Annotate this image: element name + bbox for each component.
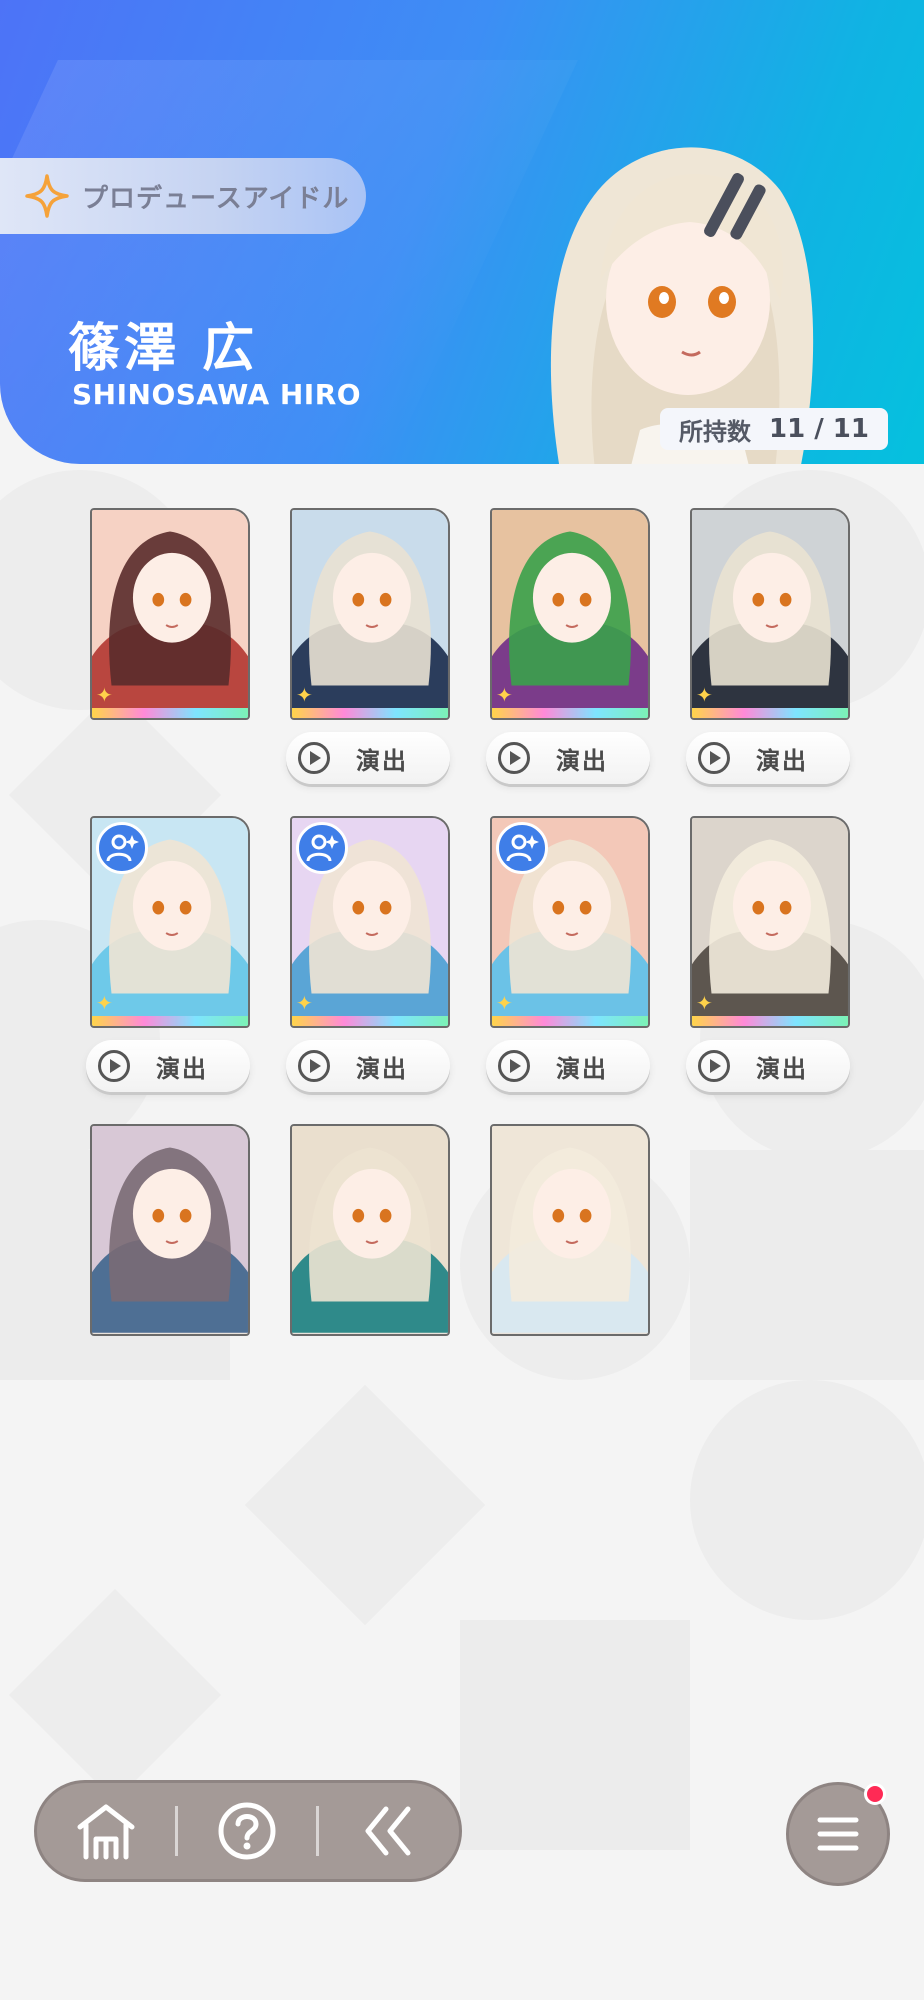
rarity-strip xyxy=(292,1016,448,1026)
idol-card[interactable]: ✦ xyxy=(90,816,250,1028)
notification-dot xyxy=(864,1783,886,1805)
play-label: 演出 xyxy=(756,1054,808,1083)
rarity-star-icon: ✦ xyxy=(696,683,713,707)
rarity-strip xyxy=(92,708,248,718)
support-badge-icon xyxy=(296,822,348,874)
home-icon xyxy=(77,1804,135,1860)
rarity-star-icon: ✦ xyxy=(696,991,713,1015)
play-performance-button[interactable]: 演出 xyxy=(486,732,650,784)
play-performance-button[interactable]: 演出 xyxy=(686,1040,850,1092)
play-performance-button[interactable]: 演出 xyxy=(686,732,850,784)
play-label: 演出 xyxy=(356,746,408,775)
play-label: 演出 xyxy=(156,1054,208,1083)
help-button[interactable] xyxy=(178,1780,316,1882)
idol-card[interactable]: ✦ xyxy=(490,508,650,720)
rarity-star-icon: ✦ xyxy=(96,683,113,707)
play-icon xyxy=(298,742,330,774)
idol-card[interactable] xyxy=(490,1124,650,1336)
play-icon xyxy=(498,742,530,774)
play-performance-button[interactable]: 演出 xyxy=(286,732,450,784)
play-icon xyxy=(298,1050,330,1082)
play-icon xyxy=(498,1050,530,1082)
play-label: 演出 xyxy=(356,1054,408,1083)
idol-name-jp: 篠澤 広 xyxy=(68,319,259,379)
play-label: 演出 xyxy=(756,746,808,775)
help-icon xyxy=(218,1802,276,1860)
owned-count-value: 11 / 11 xyxy=(769,414,869,444)
idol-card[interactable]: ✦ xyxy=(690,816,850,1028)
rarity-star-icon: ✦ xyxy=(496,683,513,707)
idol-card[interactable]: ✦ xyxy=(690,508,850,720)
rarity-star-icon: ✦ xyxy=(96,991,113,1015)
back-button[interactable] xyxy=(319,1780,457,1882)
play-label: 演出 xyxy=(556,746,608,775)
card-art xyxy=(292,1126,448,1333)
idol-name-en: SHINOSAWA HIRO xyxy=(72,378,362,411)
play-icon xyxy=(698,742,730,774)
play-performance-button[interactable]: 演出 xyxy=(486,1040,650,1092)
idol-card[interactable] xyxy=(90,1124,250,1336)
idol-card[interactable] xyxy=(290,1124,450,1336)
idol-card[interactable]: ✦ xyxy=(290,508,450,720)
rarity-strip xyxy=(92,1016,248,1026)
rarity-strip xyxy=(692,1016,848,1026)
rarity-star-icon: ✦ xyxy=(296,683,313,707)
play-label: 演出 xyxy=(556,1054,608,1083)
support-badge-icon xyxy=(96,822,148,874)
card-art xyxy=(92,1126,248,1333)
play-icon xyxy=(98,1050,130,1082)
idol-header: プロデュースアイドル 篠澤 広 SHINOSAWA HIRO 所持数 11 / … xyxy=(0,0,924,464)
play-performance-button[interactable]: 演出 xyxy=(286,1040,450,1092)
owned-count-box: 所持数 11 / 11 xyxy=(660,408,888,450)
back-icon xyxy=(365,1806,411,1856)
support-badge-icon xyxy=(496,822,548,874)
idol-card[interactable]: ✦ xyxy=(90,508,250,720)
bottom-nav xyxy=(34,1780,462,1882)
owned-count-label: 所持数 xyxy=(679,417,752,446)
rarity-strip xyxy=(692,708,848,718)
idol-card[interactable]: ✦ xyxy=(290,816,450,1028)
card-art xyxy=(492,1126,648,1333)
idol-card[interactable]: ✦ xyxy=(490,816,650,1028)
rarity-strip xyxy=(492,708,648,718)
menu-icon xyxy=(817,1817,859,1851)
rarity-strip xyxy=(492,1016,648,1026)
sparkle-icon xyxy=(25,174,69,218)
category-label: プロデュースアイドル xyxy=(82,183,350,214)
category-badge: プロデュースアイドル xyxy=(0,158,366,234)
home-button[interactable] xyxy=(37,1780,175,1882)
rarity-star-icon: ✦ xyxy=(296,991,313,1015)
rarity-strip xyxy=(292,708,448,718)
play-performance-button[interactable]: 演出 xyxy=(86,1040,250,1092)
rarity-star-icon: ✦ xyxy=(496,991,513,1015)
play-icon xyxy=(698,1050,730,1082)
